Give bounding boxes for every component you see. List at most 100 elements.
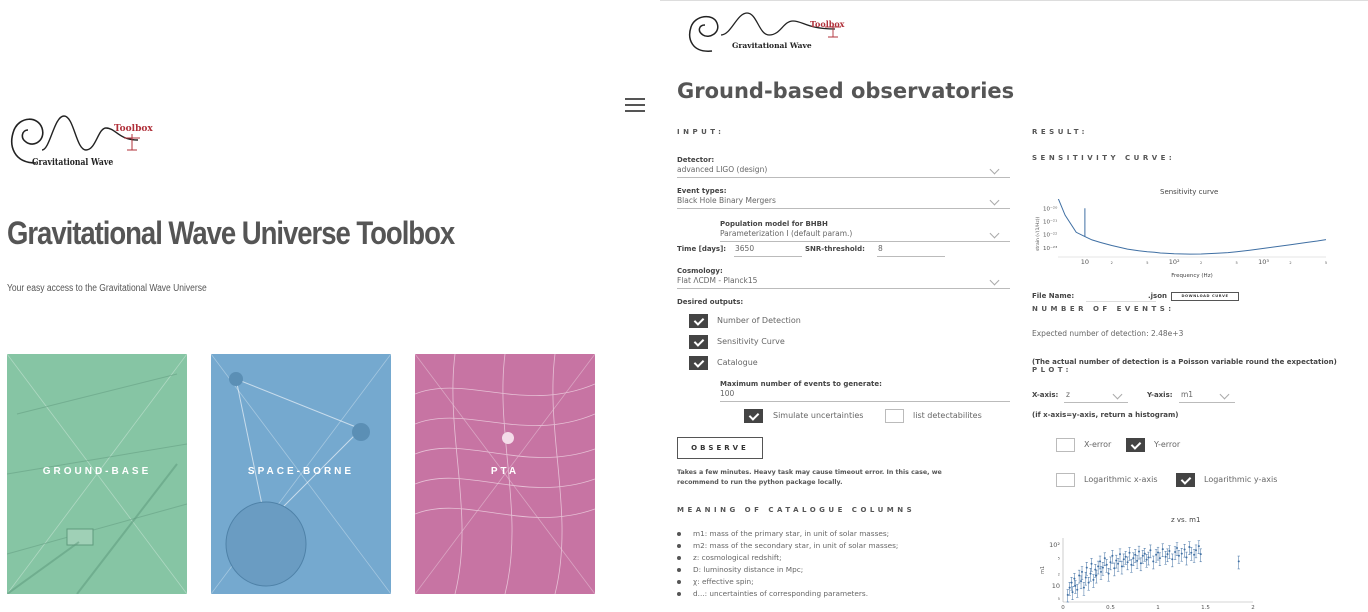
sensitivity-series-line [1057, 199, 1327, 255]
data-point [1138, 550, 1140, 553]
event-types-select[interactable]: Black Hole Binary Mergers [677, 195, 1010, 209]
simulate-uncertainties-checkbox[interactable] [744, 409, 763, 423]
data-point [1092, 578, 1095, 581]
x-tick-label: 1 [1156, 605, 1160, 611]
data-point [1103, 557, 1106, 560]
number-of-detection-checkbox[interactable] [689, 314, 708, 328]
logo-gw-text: Gravitational Wave [32, 158, 114, 168]
chevron-down-icon [989, 195, 1000, 206]
x-error-label: X-error [1084, 440, 1112, 449]
detector-select[interactable]: advanced LIGO (design) [677, 164, 1010, 178]
x-tick-label: 0 [1061, 605, 1065, 611]
expected-detection-text: Expected number of detection: 2.48e+3 [1032, 329, 1184, 338]
timeout-note-line-2: recommend to run the python package loca… [677, 479, 843, 486]
data-point [1119, 553, 1121, 556]
y-axis-select[interactable]: m1 [1179, 389, 1235, 403]
ground-base-tile[interactable]: GROUND-BASE [7, 354, 187, 594]
page-title: Ground-based observatories [677, 79, 1015, 103]
max-events-input[interactable]: 100 [720, 388, 1010, 402]
data-point [1084, 576, 1087, 579]
sensitivity-curve-chart[interactable]: 10 2 5 10² 2 5 10³ 2 5 10⁻²⁰ 10⁻²¹ 10⁻²² 10⁻²³strain… [1032, 199, 1332, 283]
data-point [1199, 553, 1202, 556]
data-point [1134, 553, 1137, 556]
data-point [1128, 551, 1131, 554]
data-point [1126, 561, 1129, 564]
sensitivity-curve-checkbox[interactable] [689, 335, 708, 349]
x-axis-select[interactable]: z [1064, 389, 1128, 403]
toolbox-logo[interactable]: Toolbox Gravitational Wave [6, 108, 153, 170]
logo-gw-text: Gravitational Wave [732, 41, 812, 50]
list-item: D: luminosity distance in Mpc; [677, 564, 898, 576]
y-tick-label: 10⁻²² [1043, 232, 1057, 239]
x-tick-label: 5 [1325, 261, 1327, 265]
catalogue-checkbox[interactable] [689, 356, 708, 370]
data-point [1100, 570, 1102, 573]
z-vs-m1-chart[interactable]: 0 0.5 1 1.5 2 10² 5 2 10 5 m1 [1040, 536, 1290, 611]
y-axis-label: Y-axis: [1147, 391, 1173, 399]
y-error-checkbox[interactable] [1126, 438, 1145, 452]
x-tick-label: 1.5 [1201, 605, 1210, 611]
detector-value: advanced LIGO (design) [677, 165, 768, 174]
data-point [1136, 559, 1139, 562]
data-point [1237, 560, 1240, 563]
data-point [1082, 586, 1085, 589]
file-name-label: File Name: [1032, 292, 1075, 300]
timeout-note: Takes a few minutes. Heavy task may caus… [677, 468, 942, 488]
x-axis-value: z [1066, 390, 1070, 399]
data-point [1164, 555, 1167, 558]
number-heading: NUMBER OF EVENTS: [1032, 305, 1175, 313]
data-point [1073, 577, 1076, 580]
x-error-checkbox[interactable] [1056, 438, 1075, 452]
data-point [1171, 558, 1174, 561]
list-detectables-checkbox[interactable] [885, 409, 904, 423]
data-point [1145, 558, 1148, 561]
data-point [1147, 556, 1150, 559]
data-point [1190, 551, 1193, 554]
y-error-label: Y-error [1154, 440, 1181, 449]
data-point [1109, 561, 1112, 564]
space-borne-tile[interactable]: SPACE-BORNE [211, 354, 391, 594]
x-tick-label: 5 [1236, 261, 1238, 265]
y-tick-label: 2 [1058, 573, 1060, 577]
toolbox-logo-small[interactable]: Toolbox Gravitational Wave [677, 7, 844, 53]
data-point [1188, 546, 1191, 549]
data-point [1068, 586, 1071, 589]
data-point [1132, 557, 1135, 560]
data-point [1174, 550, 1177, 553]
chevron-down-icon [1112, 389, 1123, 400]
download-curve-button[interactable]: DOWNLOAD CURVE [1171, 292, 1239, 301]
population-model-select[interactable]: Parameterization I (default param.) [720, 228, 1010, 242]
log-y-checkbox[interactable] [1176, 473, 1195, 487]
x-tick-label: 2 [1200, 261, 1202, 265]
cosmology-select[interactable]: Flat ΛCDM - Planck15 [677, 275, 1010, 289]
data-point [1197, 545, 1200, 548]
x-axis-title: Frequency (Hz) [1171, 273, 1212, 279]
data-point [1161, 548, 1164, 551]
population-model-label: Population model for BHBH [720, 220, 828, 228]
log-x-checkbox[interactable] [1056, 473, 1075, 487]
number-of-detection-label: Number of Detection [717, 316, 801, 325]
event-types-label: Event types: [677, 187, 727, 195]
file-name-input[interactable] [1086, 301, 1156, 302]
data-point [1074, 584, 1077, 587]
menu-icon[interactable] [625, 98, 645, 114]
time-input[interactable]: 3650 [734, 243, 802, 257]
poisson-note: (The actual number of detection is a Poi… [1032, 358, 1337, 366]
cosmology-value: Flat ΛCDM - Planck15 [677, 276, 758, 285]
observe-button[interactable]: OBSERVE [677, 437, 763, 459]
timeout-note-line-1: Takes a few minutes. Heavy task may caus… [677, 469, 942, 476]
data-point [1089, 572, 1092, 575]
data-point [1149, 549, 1152, 552]
list-item: d...: uncertainties of corresponding par… [677, 588, 898, 600]
snr-input[interactable]: 8 [877, 243, 945, 257]
result-heading: RESULT: [1032, 128, 1088, 136]
data-point [1143, 552, 1146, 555]
y-tick-label: 5 [1058, 556, 1060, 560]
snr-label: SNR-threshold: [805, 245, 865, 253]
max-events-value: 100 [720, 389, 735, 398]
y-axis-title: strain (√(1/Hz)) [1035, 216, 1041, 251]
x-tick-label: 2 [1111, 261, 1113, 265]
pta-tile[interactable]: PTA [415, 354, 595, 594]
y-tick-label: 10⁻²⁰ [1043, 205, 1058, 212]
site-subtitle: Your easy access to the Gravitational Wa… [7, 283, 207, 294]
